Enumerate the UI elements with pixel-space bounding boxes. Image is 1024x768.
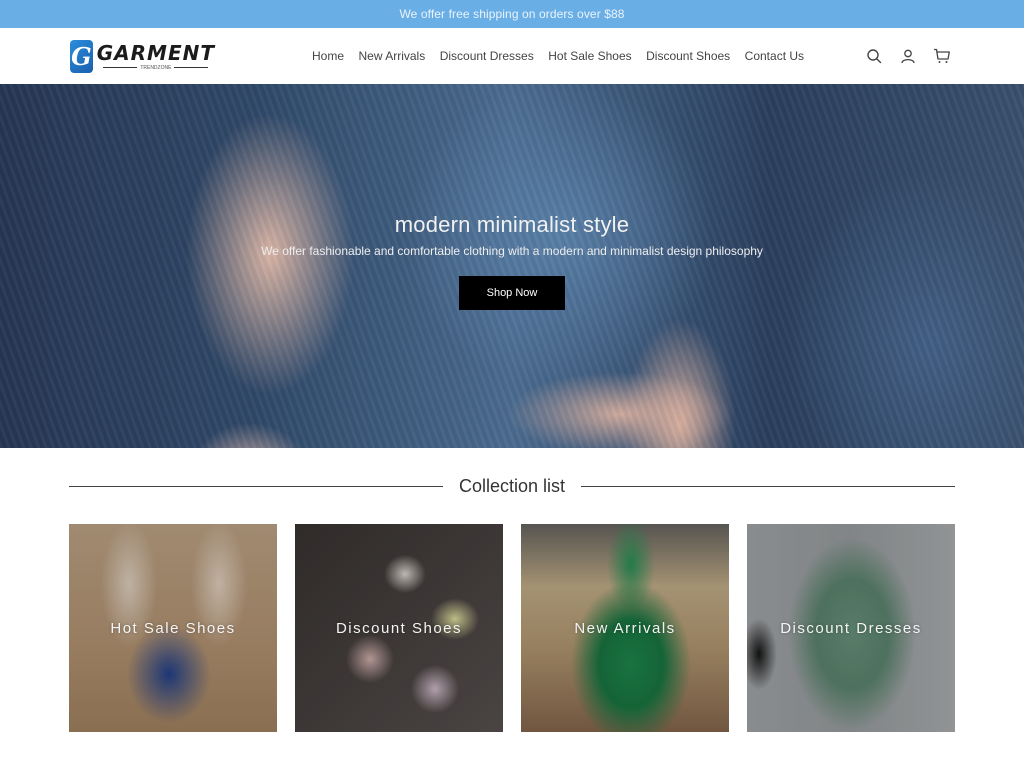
shop-now-button[interactable]: Shop Now bbox=[459, 276, 565, 310]
collection-header: Collection list bbox=[0, 448, 1024, 524]
collection-grid: Hot Sale Shoes Discount Shoes New Arriva… bbox=[0, 524, 1024, 732]
logo-link[interactable]: G GARMENT TRENDZONE bbox=[70, 39, 215, 73]
nav-item-hot-sale-shoes[interactable]: Hot Sale Shoes bbox=[548, 49, 631, 63]
collection-section: Collection list Hot Sale Shoes Discount … bbox=[0, 448, 1024, 732]
collection-card-label: Hot Sale Shoes bbox=[110, 619, 236, 637]
nav-item-new-arrivals[interactable]: New Arrivals bbox=[359, 49, 426, 63]
hero-banner: modern minimalist style We offer fashion… bbox=[0, 84, 1024, 448]
logo-icon: G bbox=[70, 39, 93, 73]
main-nav: Home New Arrivals Discount Dresses Hot S… bbox=[312, 28, 819, 84]
divider-left bbox=[69, 485, 443, 487]
nav-item-discount-dresses[interactable]: Discount Dresses bbox=[440, 49, 534, 63]
announcement-bar: We offer free shipping on orders over $8… bbox=[0, 0, 1024, 28]
site-header: G GARMENT TRENDZONE Home New Arrivals Di… bbox=[0, 28, 1024, 84]
hero-content: modern minimalist style We offer fashion… bbox=[0, 212, 1024, 310]
collection-card-label: New Arrivals bbox=[574, 619, 676, 637]
brand-name: GARMENT bbox=[96, 40, 215, 65]
collection-card-discount-shoes[interactable]: Discount Shoes bbox=[295, 524, 503, 732]
nav-item-home[interactable]: Home bbox=[312, 49, 344, 63]
nav-item-discount-shoes[interactable]: Discount Shoes bbox=[646, 49, 730, 63]
hero-title: modern minimalist style bbox=[394, 212, 630, 237]
collection-card-discount-dresses[interactable]: Discount Dresses bbox=[747, 524, 955, 732]
collection-heading: Collection list bbox=[458, 475, 566, 496]
search-icon[interactable] bbox=[864, 46, 884, 66]
logo-text: GARMENT TRENDZONE bbox=[97, 42, 215, 71]
collection-card-label: Discount Shoes bbox=[335, 619, 463, 637]
divider-right bbox=[581, 485, 956, 487]
collection-card-hot-sale-shoes[interactable]: Hot Sale Shoes bbox=[69, 524, 277, 732]
nav-item-contact-us[interactable]: Contact Us bbox=[745, 49, 804, 63]
hero-subtitle: We offer fashionable and comfortable clo… bbox=[261, 244, 763, 258]
header-icons bbox=[864, 46, 952, 66]
brand-tagline: TRENDZONE bbox=[100, 65, 211, 71]
cart-icon[interactable] bbox=[932, 46, 952, 66]
collection-card-label: Discount Dresses bbox=[780, 619, 922, 637]
collection-card-new-arrivals[interactable]: New Arrivals bbox=[521, 524, 729, 732]
announcement-text: We offer free shipping on orders over $8… bbox=[399, 7, 625, 21]
account-icon[interactable] bbox=[898, 46, 918, 66]
